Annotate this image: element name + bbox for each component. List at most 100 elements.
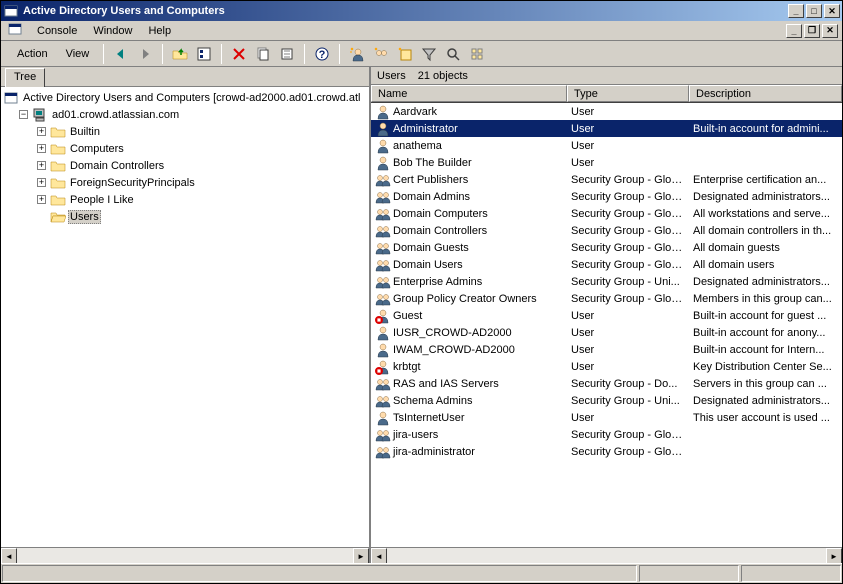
toolbar: Action View <box>1 41 842 67</box>
menu-help[interactable]: Help <box>140 23 179 39</box>
list-title: Users <box>377 70 406 82</box>
back-button[interactable] <box>110 43 132 65</box>
list-row[interactable]: RAS and IAS ServersSecurity Group - Do..… <box>371 375 842 392</box>
column-name[interactable]: Name <box>371 85 567 102</box>
domain-button[interactable] <box>466 43 488 65</box>
tree-item[interactable]: +People I Like <box>3 191 367 208</box>
column-type[interactable]: Type <box>567 85 689 102</box>
list-row[interactable]: GuestUserBuilt-in account for guest ... <box>371 307 842 324</box>
column-description[interactable]: Description <box>689 85 842 102</box>
expand-icon[interactable]: + <box>37 178 46 187</box>
menu-bar: Console Window Help _ ❐ ✕ <box>1 21 842 41</box>
expand-icon[interactable]: + <box>37 127 46 136</box>
tree-pane: Tree Active Directory Users and Computer… <box>1 67 371 563</box>
group-icon <box>375 274 391 290</box>
list-row[interactable]: Domain GuestsSecurity Group - GlobalAll … <box>371 239 842 256</box>
folder-icon <box>50 192 66 208</box>
minimize-button[interactable]: _ <box>788 4 804 18</box>
user-disabled-icon <box>375 359 391 375</box>
list-row[interactable]: Group Policy Creator OwnersSecurity Grou… <box>371 290 842 307</box>
mdi-close-button[interactable]: ✕ <box>822 24 838 38</box>
menu-window[interactable]: Window <box>85 23 140 39</box>
group-icon <box>375 291 391 307</box>
list-row[interactable]: jira-administratorSecurity Group - Globa… <box>371 443 842 460</box>
help-button[interactable] <box>311 43 333 65</box>
list-row[interactable]: krbtgtUserKey Distribution Center Se... <box>371 358 842 375</box>
list-row[interactable]: Schema AdminsSecurity Group - Uni...Desi… <box>371 392 842 409</box>
user-icon <box>375 138 391 154</box>
scroll-right-icon[interactable]: ► <box>826 548 842 564</box>
tree-item[interactable]: +Domain Controllers <box>3 157 367 174</box>
mdi-restore-button[interactable]: ❐ <box>804 24 820 38</box>
tree-item[interactable]: Users <box>3 208 367 225</box>
toolbar-view[interactable]: View <box>58 46 98 62</box>
tree-tab[interactable]: Tree <box>5 68 45 87</box>
list-row[interactable]: IUSR_CROWD-AD2000UserBuilt-in account fo… <box>371 324 842 341</box>
list-row[interactable]: Enterprise AdminsSecurity Group - Uni...… <box>371 273 842 290</box>
new-ou-button[interactable] <box>394 43 416 65</box>
expand-icon[interactable]: + <box>37 161 46 170</box>
new-group-button[interactable] <box>370 43 392 65</box>
list-row[interactable]: Domain ComputersSecurity Group - GlobalA… <box>371 205 842 222</box>
tree-domain[interactable]: − ad01.crowd.atlassian.com <box>3 106 367 123</box>
expand-icon[interactable]: + <box>37 195 46 204</box>
app-icon <box>3 90 19 106</box>
user-icon <box>375 121 391 137</box>
tree-root[interactable]: Active Directory Users and Computers [cr… <box>3 89 367 106</box>
maximize-button[interactable]: □ <box>806 4 822 18</box>
scroll-right-icon[interactable]: ► <box>353 548 369 564</box>
title-bar: Active Directory Users and Computers _ □… <box>1 1 842 21</box>
list-row[interactable]: TsInternetUserUserThis user account is u… <box>371 409 842 426</box>
mdi-icon <box>7 21 23 40</box>
expand-icon[interactable]: + <box>37 144 46 153</box>
folder-icon <box>50 141 66 157</box>
list-row[interactable]: IWAM_CROWD-AD2000UserBuilt-in account fo… <box>371 341 842 358</box>
list-row[interactable]: Cert PublishersSecurity Group - GlobalEn… <box>371 171 842 188</box>
group-icon <box>375 240 391 256</box>
user-icon <box>375 342 391 358</box>
list-row[interactable]: Domain ControllersSecurity Group - Globa… <box>371 222 842 239</box>
app-icon <box>3 3 19 19</box>
show-hide-button[interactable] <box>193 43 215 65</box>
collapse-icon[interactable]: − <box>19 110 28 119</box>
group-icon <box>375 206 391 222</box>
properties-button[interactable] <box>252 43 274 65</box>
user-icon <box>375 410 391 426</box>
find-button[interactable] <box>442 43 464 65</box>
status-bar <box>1 563 842 583</box>
tree-hscroll[interactable]: ◄ ► <box>1 547 369 563</box>
list-row[interactable]: anathemaUser <box>371 137 842 154</box>
list-row[interactable]: jira-usersSecurity Group - Global <box>371 426 842 443</box>
close-button[interactable]: ✕ <box>824 4 840 18</box>
list-row[interactable]: Bob The BuilderUser <box>371 154 842 171</box>
list-row[interactable]: Domain AdminsSecurity Group - GlobalDesi… <box>371 188 842 205</box>
list-count: 21 objects <box>418 70 468 82</box>
menu-console[interactable]: Console <box>29 23 85 39</box>
delete-button[interactable] <box>228 43 250 65</box>
list-row[interactable]: Domain UsersSecurity Group - GlobalAll d… <box>371 256 842 273</box>
user-icon <box>375 155 391 171</box>
tree-item[interactable]: +Computers <box>3 140 367 157</box>
toolbar-action[interactable]: Action <box>9 46 56 62</box>
user-icon <box>375 325 391 341</box>
up-button[interactable] <box>169 43 191 65</box>
tree-item[interactable]: +ForeignSecurityPrincipals <box>3 174 367 191</box>
scroll-left-icon[interactable]: ◄ <box>371 548 387 564</box>
list-title-bar: Users 21 objects <box>371 67 842 85</box>
new-user-button[interactable] <box>346 43 368 65</box>
tree-item[interactable]: +Builtin <box>3 123 367 140</box>
user-icon <box>375 104 391 120</box>
tree-view[interactable]: Active Directory Users and Computers [cr… <box>1 87 369 547</box>
list-view[interactable]: AardvarkUserAdministratorUserBuilt-in ac… <box>371 103 842 547</box>
list-row[interactable]: AdministratorUserBuilt-in account for ad… <box>371 120 842 137</box>
forward-button[interactable] <box>134 43 156 65</box>
list-row[interactable]: AardvarkUser <box>371 103 842 120</box>
group-icon <box>375 223 391 239</box>
list-hscroll[interactable]: ◄ ► <box>371 547 842 563</box>
status-panel-3 <box>741 565 841 582</box>
scroll-left-icon[interactable]: ◄ <box>1 548 17 564</box>
status-panel-1 <box>2 565 637 582</box>
export-button[interactable] <box>276 43 298 65</box>
filter-button[interactable] <box>418 43 440 65</box>
mdi-minimize-button[interactable]: _ <box>786 24 802 38</box>
